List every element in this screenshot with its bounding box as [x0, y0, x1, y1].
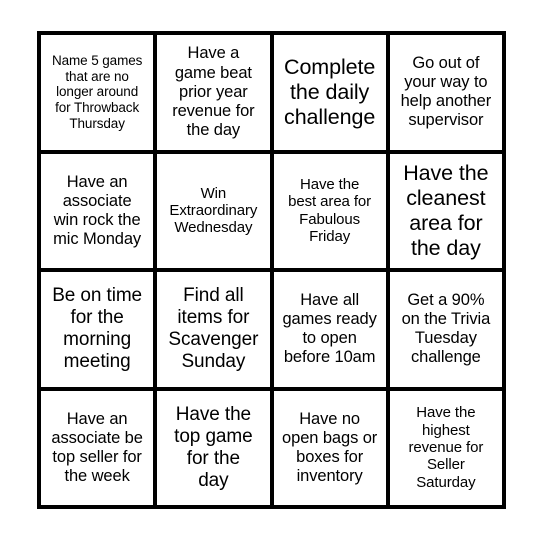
bingo-cell-label: Have an associate be top seller for the … [51, 409, 143, 485]
bingo-cell-r2c1[interactable]: Have an associate win rock the mic Monda… [41, 153, 154, 268]
bingo-cell-label: Go out of your way to help another super… [400, 54, 492, 130]
bingo-cell-r4c1[interactable]: Have an associate be top seller for the … [41, 390, 154, 505]
bingo-cell-r3c3[interactable]: Have all games ready to open before 10am [273, 272, 386, 387]
bingo-cell-r2c4[interactable]: Have the cleanest area for the day [389, 153, 502, 268]
bingo-cell-label: Have the cleanest area for the day [403, 160, 489, 260]
bingo-cell-r4c4[interactable]: Have the highest revenue for Seller Satu… [389, 390, 502, 505]
bingo-cell-label: Have the highest revenue for Seller Satu… [408, 404, 484, 491]
bingo-cell-label: Win Extraordinary Wednesday [169, 184, 258, 237]
bingo-cell-label: Be on time for the morning meeting [52, 285, 143, 373]
bingo-card-grid: Name 5 games that are no longer around f… [37, 31, 506, 509]
bingo-cell-r4c3[interactable]: Have no open bags or boxes for inventory [273, 390, 386, 505]
bingo-cell-r3c2[interactable]: Find all items for Scavenger Sunday [157, 272, 270, 387]
bingo-cell-label: Find all items for Scavenger Sunday [168, 285, 259, 373]
bingo-cell-label: Complete the daily challenge [284, 54, 376, 129]
bingo-cell-r2c2[interactable]: Win Extraordinary Wednesday [157, 153, 270, 268]
bingo-cell-label: Have the best area for Fabulous Friday [288, 175, 372, 246]
bingo-cell-r4c2[interactable]: Have the top game for the day [157, 390, 270, 505]
bingo-cell-label: Name 5 games that are no longer around f… [51, 53, 143, 131]
bingo-cell-label: Have a game beat prior year revenue for … [172, 44, 255, 139]
bingo-cell-label: Get a 90% on the Trivia Tuesday challeng… [401, 291, 491, 367]
bingo-cell-r1c1[interactable]: Name 5 games that are no longer around f… [41, 35, 154, 150]
bingo-cell-label: Have no open bags or boxes for inventory [282, 409, 378, 485]
bingo-cell-r3c4[interactable]: Get a 90% on the Trivia Tuesday challeng… [389, 272, 502, 387]
bingo-cell-label: Have the top game for the day [174, 403, 253, 491]
bingo-cell-r1c3[interactable]: Complete the daily challenge [273, 35, 386, 150]
bingo-cell-r1c2[interactable]: Have a game beat prior year revenue for … [157, 35, 270, 150]
bingo-cell-r1c4[interactable]: Go out of your way to help another super… [389, 35, 502, 150]
bingo-cell-label: Have an associate win rock the mic Monda… [53, 172, 142, 248]
bingo-cell-r3c1[interactable]: Be on time for the morning meeting [41, 272, 154, 387]
bingo-cell-r2c3[interactable]: Have the best area for Fabulous Friday [273, 153, 386, 268]
bingo-cell-label: Have all games ready to open before 10am [282, 291, 377, 367]
